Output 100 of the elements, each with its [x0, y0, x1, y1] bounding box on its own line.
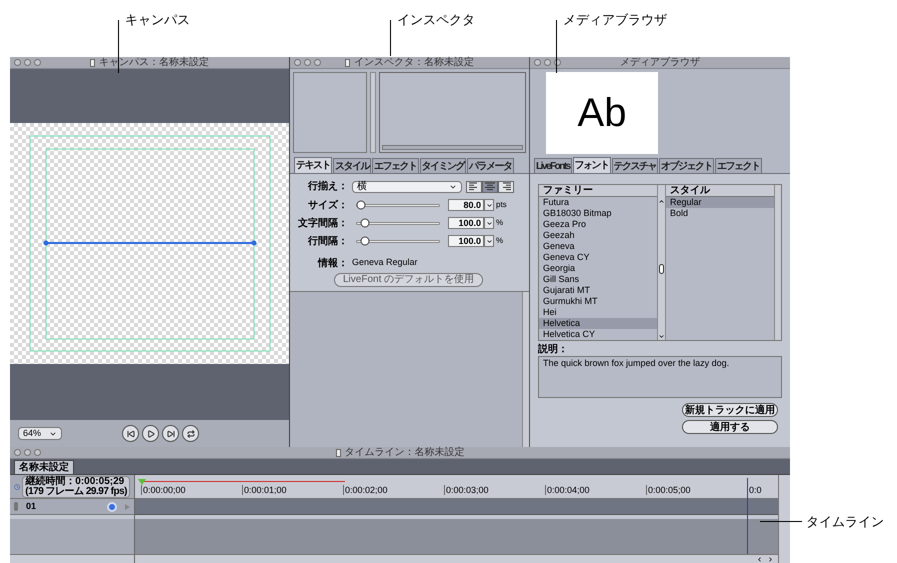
- align-button[interactable]: [498, 180, 514, 192]
- callout-label: インスペクタ: [397, 11, 475, 29]
- slider-thumb[interactable]: [360, 236, 370, 246]
- leader-line: [118, 20, 119, 73]
- font-family-item[interactable]: Georgia: [539, 263, 657, 274]
- stepper-button[interactable]: [484, 217, 494, 229]
- frame-count-text: (179 フレーム 29.97 fps): [25, 486, 127, 496]
- scroll-up-icon[interactable]: [658, 198, 665, 205]
- document-icon: [90, 58, 95, 66]
- layer-list[interactable]: [293, 72, 367, 153]
- slider-track[interactable]: [356, 240, 440, 242]
- transport-button[interactable]: [122, 425, 140, 442]
- align-icon: [500, 182, 512, 191]
- column-header[interactable]: ファミリー: [539, 185, 657, 197]
- track-enable-icon[interactable]: [107, 502, 117, 512]
- track-name: 01: [26, 500, 36, 513]
- align-dropdown[interactable]: 横: [352, 180, 462, 192]
- stepper-button[interactable]: [484, 235, 494, 247]
- column-header[interactable]: スタイル: [666, 185, 774, 197]
- loop-icon: [186, 430, 195, 438]
- font-family-item[interactable]: Geneva CY: [539, 252, 657, 263]
- scrollbar[interactable]: [778, 475, 790, 563]
- start-marker-icon[interactable]: [138, 479, 146, 485]
- font-family-item[interactable]: Helvetica CY: [539, 329, 657, 340]
- font-family-item[interactable]: Geeza Pro: [539, 219, 657, 230]
- apply-button[interactable]: 新規トラックに適用: [682, 403, 778, 417]
- tab[interactable]: テクスチャ: [612, 158, 658, 173]
- ruler-label: 0:00:03;00: [444, 485, 545, 495]
- ruler-label: 0:00:00;00: [141, 485, 242, 495]
- text-baseline-drawing[interactable]: [44, 240, 256, 246]
- scroll-right-icon[interactable]: [767, 556, 774, 562]
- font-style-item[interactable]: Bold: [666, 208, 774, 219]
- scrollbar[interactable]: [657, 185, 666, 340]
- font-family-item[interactable]: Gujarati MT: [539, 285, 657, 296]
- preview-scrubber[interactable]: [382, 145, 523, 150]
- font-family-item[interactable]: Hei: [539, 307, 657, 318]
- align-label: 行揃え：: [306, 180, 348, 194]
- font-family-item[interactable]: Gurmukhi MT: [539, 296, 657, 307]
- font-family-item[interactable]: Geezah: [539, 230, 657, 241]
- callout-label: メディアブラウザ: [563, 11, 667, 29]
- apply-button[interactable]: 適用する: [682, 420, 778, 434]
- tab[interactable]: エフェクト: [372, 158, 418, 173]
- value-field[interactable]: 100.0: [448, 235, 484, 247]
- info-label: 情報：: [316, 256, 348, 270]
- value-field[interactable]: 80.0: [448, 199, 484, 211]
- scrollbar[interactable]: [522, 292, 529, 447]
- transport-button[interactable]: [162, 425, 180, 442]
- transport-button[interactable]: [182, 425, 200, 442]
- font-family-item[interactable]: Helvetica: [539, 318, 657, 329]
- window-title: キャンパス：名称未設定: [99, 56, 209, 68]
- slider-thumb[interactable]: [360, 218, 370, 228]
- tab[interactable]: フォント: [572, 157, 611, 173]
- unit-label: %: [496, 235, 504, 247]
- caret-icon: [486, 220, 492, 226]
- slider-track[interactable]: [356, 222, 440, 224]
- tab[interactable]: テキスト: [294, 157, 332, 173]
- transport-button[interactable]: [142, 425, 160, 442]
- window-title: メディアブラウザ: [620, 56, 700, 68]
- window-title: タイムライン：名称未設定: [344, 446, 464, 458]
- font-family-item[interactable]: Geneva: [539, 241, 657, 252]
- leader-line: [760, 521, 802, 522]
- slider-track[interactable]: [356, 204, 440, 206]
- scrollbar[interactable]: [370, 72, 376, 153]
- tab[interactable]: タイミング: [420, 158, 466, 173]
- callout-label: キャンパス: [125, 11, 190, 29]
- font-style-item[interactable]: Regular: [666, 197, 774, 208]
- scrollbar[interactable]: [774, 185, 781, 340]
- stepper-button[interactable]: [484, 199, 494, 211]
- description-field[interactable]: The quick brown fox jumped over the lazy dog.: [538, 356, 782, 398]
- scroll-down-icon[interactable]: [658, 333, 665, 340]
- track-header[interactable]: 01: [10, 499, 134, 515]
- skip-forward-icon: [166, 430, 175, 438]
- tab[interactable]: 名称未設定: [14, 460, 74, 474]
- font-family-item[interactable]: Gill Sans: [539, 274, 657, 285]
- play-icon: [146, 430, 155, 438]
- info-value: Geneva Regular: [352, 256, 418, 270]
- scroll-left-icon[interactable]: [756, 556, 763, 562]
- align-icon: [468, 182, 480, 191]
- tab[interactable]: パラメータ: [467, 158, 514, 173]
- tab[interactable]: オブジェクト: [659, 158, 714, 173]
- font-family-item[interactable]: Futura: [539, 197, 657, 208]
- tab[interactable]: LiveFonts: [534, 158, 572, 173]
- font-preview: Ab: [546, 72, 658, 154]
- slider-thumb[interactable]: [356, 200, 366, 210]
- scroll-thumb[interactable]: [659, 264, 664, 274]
- zoom-dropdown[interactable]: 64%: [18, 427, 62, 440]
- font-family-item[interactable]: GB18030 Bitmap: [539, 208, 657, 219]
- leader-line: [556, 20, 557, 73]
- unit-label: pts: [496, 199, 507, 211]
- leader-line: [390, 20, 391, 56]
- align-button[interactable]: [466, 180, 482, 192]
- time-ruler[interactable]: 0:00:00;00 0:00:01;00 0:00:02;00 0:00:03;00 0:00:04;00 0:00:05;00 0:0: [135, 475, 778, 499]
- align-button[interactable]: [482, 180, 498, 192]
- tab[interactable]: エフェクト: [715, 158, 762, 173]
- tab[interactable]: スタイル: [333, 158, 371, 173]
- value-field[interactable]: 100.0: [448, 217, 484, 229]
- default-button[interactable]: LiveFont のデフォルトを使用: [334, 273, 484, 287]
- ruler-label: 0:00:01;00: [242, 485, 343, 495]
- horizontal-scrollbar[interactable]: [135, 554, 778, 563]
- document-icon: [345, 58, 350, 66]
